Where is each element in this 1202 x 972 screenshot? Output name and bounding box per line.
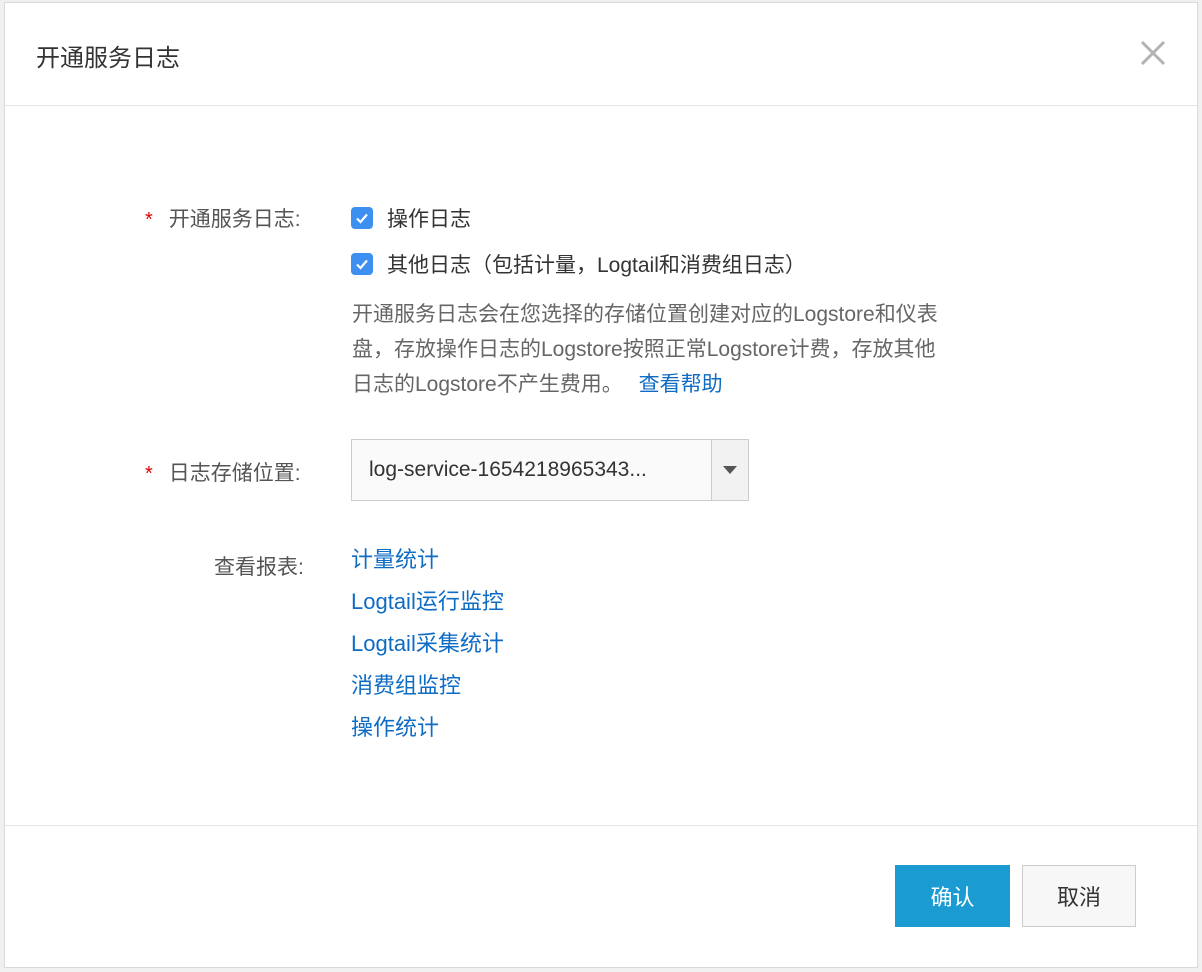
dialog-header: 开通服务日志 (5, 3, 1197, 106)
hint-line-3: 日志的Logstore不产生费用。 查看帮助 (352, 367, 1032, 402)
storage-select[interactable]: log-service-1654218965343... (351, 439, 749, 501)
check-icon[interactable] (351, 253, 373, 275)
help-link[interactable]: 查看帮助 (639, 373, 723, 396)
storage-label: * 日志存储位置: (145, 457, 301, 487)
other-log-label: 其他日志（包括计量，Logtail和消费组日志） (387, 254, 806, 277)
check-icon[interactable] (351, 207, 373, 229)
other-log-checkbox[interactable]: 其他日志（包括计量，Logtail和消费组日志） (351, 249, 806, 279)
hint-line-2: 盘，存放操作日志的Logstore按照正常Logstore计费，存放其他 (352, 338, 936, 361)
dialog-title: 开通服务日志 (36, 45, 180, 72)
report-link-operation[interactable]: 操作统计 (351, 711, 504, 753)
operation-log-label: 操作日志 (387, 208, 471, 231)
report-link-logtail-monitor[interactable]: Logtail运行监控 (351, 585, 504, 627)
required-mark: * (145, 209, 153, 231)
report-link-logtail-collect[interactable]: Logtail采集统计 (351, 627, 504, 669)
report-link-billing[interactable]: 计量统计 (351, 543, 504, 585)
service-log-label: * 开通服务日志: (145, 203, 301, 233)
storage-select-value: log-service-1654218965343... (369, 458, 647, 481)
required-mark: * (145, 463, 153, 485)
operation-log-checkbox[interactable]: 操作日志 (351, 203, 471, 233)
confirm-button[interactable]: 确认 (895, 865, 1010, 927)
close-icon[interactable] (1137, 37, 1169, 69)
dialog-footer (5, 825, 1197, 967)
service-log-hint: 开通服务日志会在您选择的存储位置创建对应的Logstore和仪表 盘，存放操作日… (352, 297, 1032, 402)
hint-line-3-text: 日志的Logstore不产生费用。 (352, 373, 623, 396)
service-log-label-text: 开通服务日志: (168, 208, 301, 231)
caret-down-icon[interactable] (711, 440, 748, 500)
storage-label-text: 日志存储位置: (168, 462, 301, 485)
service-log-dialog: 开通服务日志 * 开通服务日志: 操作日志 其他日志（包括计量，Logtail和消… (4, 2, 1198, 968)
hint-line-1: 开通服务日志会在您选择的存储位置创建对应的Logstore和仪表 (352, 303, 938, 326)
report-link-consumer-group[interactable]: 消费组监控 (351, 669, 504, 711)
cancel-button[interactable]: 取消 (1022, 865, 1136, 927)
reports-label: 查看报表: (214, 556, 304, 579)
report-links: 计量统计 Logtail运行监控 Logtail采集统计 消费组监控 操作统计 (351, 543, 504, 753)
